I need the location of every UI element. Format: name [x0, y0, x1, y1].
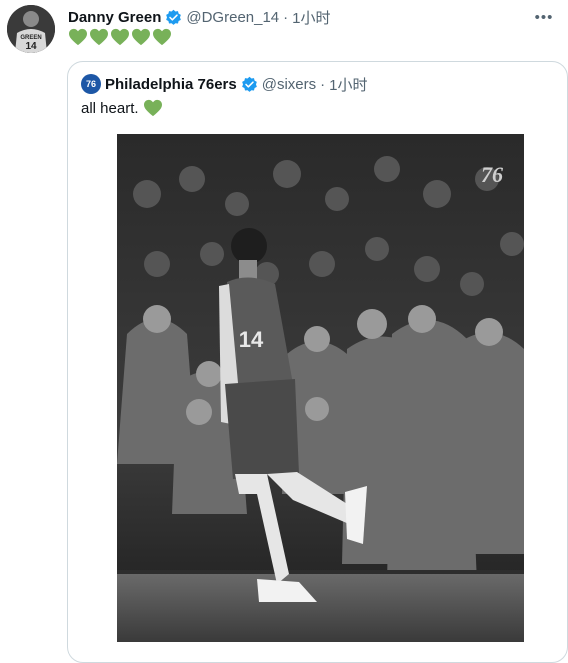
verified-badge-icon [166, 9, 182, 25]
green-heart-icon [111, 28, 129, 46]
verified-badge-icon [241, 76, 257, 92]
green-heart-icon [153, 28, 171, 46]
photo-jersey-number: 14 [239, 327, 264, 352]
green-heart-icon [90, 28, 108, 46]
tweet-header: Danny Green @DGreen_14 · 1小时 ••• [68, 7, 558, 27]
quoted-author-name: Philadelphia 76ers [105, 75, 237, 93]
green-heart-icon [69, 28, 87, 46]
author-avatar[interactable]: GREEN 14 [7, 5, 55, 53]
quoted-text: all heart. [81, 99, 139, 117]
timestamp[interactable]: 1小时 [292, 7, 330, 28]
separator-dot: · [320, 75, 326, 93]
quoted-tweet-text: all heart. [81, 99, 163, 117]
more-icon[interactable]: ••• [534, 9, 554, 26]
quoted-author-avatar: 76 [81, 74, 101, 94]
avatar-jersey-number: 14 [25, 41, 37, 52]
green-heart-icon [143, 99, 162, 117]
green-heart-icon [132, 28, 150, 46]
quoted-timestamp: 1小时 [329, 76, 368, 94]
quoted-tweet-header: 76 Philadelphia 76ers @sixers · 1小时 [81, 74, 367, 94]
quoted-tweet-card[interactable]: 76 Philadelphia 76ers @sixers · 1小时 all … [67, 61, 568, 663]
quoted-tweet-photo[interactable]: 76 14 [117, 134, 524, 642]
photo-logo-text: 76 [481, 162, 503, 187]
author-handle[interactable]: @DGreen_14 [186, 9, 279, 26]
separator-dot: · [283, 8, 289, 26]
quoted-author-handle: @sixers [261, 75, 317, 93]
tweet-body [68, 28, 172, 48]
author-name[interactable]: Danny Green [68, 9, 161, 26]
